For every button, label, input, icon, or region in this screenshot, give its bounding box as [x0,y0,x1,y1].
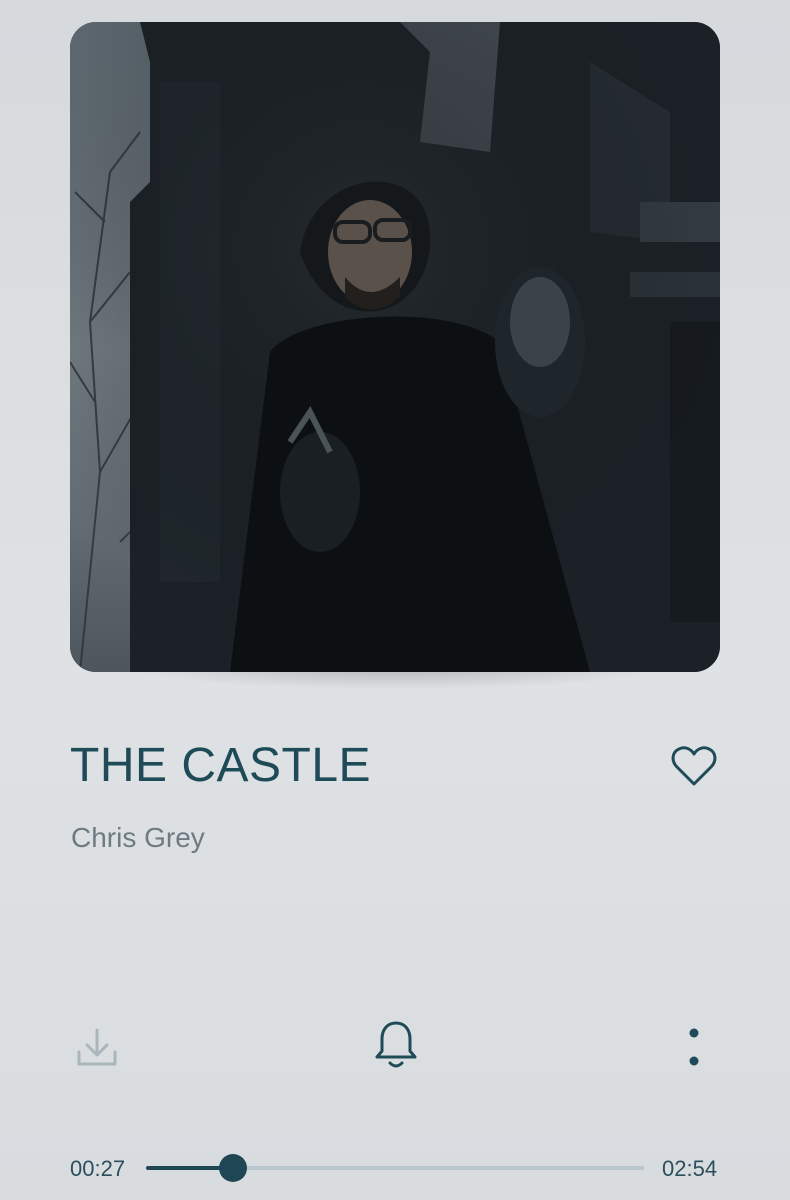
heart-outline-icon [671,746,717,786]
total-time: 02:54 [662,1156,718,1181]
track-title: THE CASTLE [70,739,372,792]
more-options-button[interactable] [674,1020,714,1074]
notify-button[interactable] [368,1016,424,1072]
now-playing-screen: THE CASTLE Chris Grey 00:27 02:54 [0,0,790,1200]
current-time: 00:27 [70,1156,126,1181]
artist-name[interactable]: Chris Grey [71,822,205,854]
download-button[interactable] [70,1020,124,1074]
progress-thumb[interactable] [219,1154,248,1182]
download-icon [77,1028,117,1066]
album-art[interactable] [70,22,720,672]
more-vertical-icon [689,1028,699,1066]
album-art-image [70,22,720,672]
bell-icon [375,1021,417,1068]
favorite-button[interactable] [668,740,720,792]
progress-bar[interactable] [146,1154,644,1182]
